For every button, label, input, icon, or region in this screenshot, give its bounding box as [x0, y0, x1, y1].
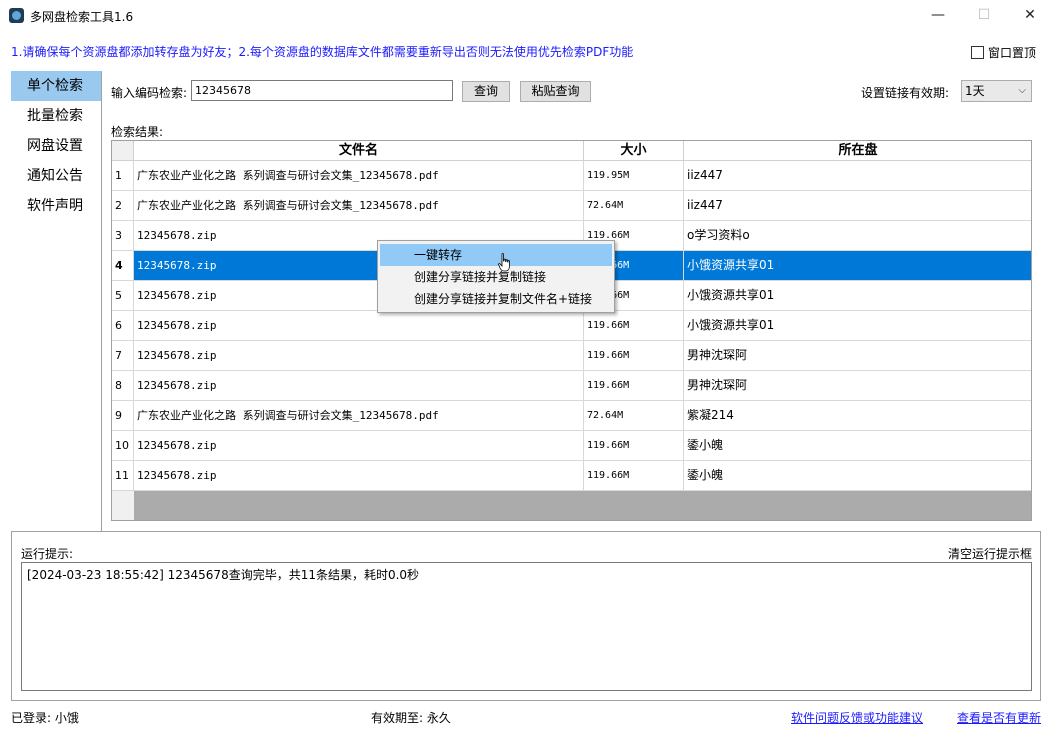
row-index-cell[interactable]: 1: [112, 161, 134, 190]
table-row[interactable]: 1 广东农业产业化之路 系列调查与研讨会文集_12345678.pdf 119.95…: [112, 161, 1031, 191]
size-cell[interactable]: 72.64M: [584, 401, 684, 430]
row-index-cell[interactable]: 8: [112, 371, 134, 400]
drive-cell[interactable]: 小饿资源共享01: [684, 251, 1031, 280]
link-expiry-label: 设置链接有效期:: [861, 86, 950, 100]
nav-item-drive-settings[interactable]: 网盘设置: [11, 131, 101, 161]
size-cell[interactable]: 119.66M: [584, 371, 684, 400]
log-textbox[interactable]: [2024-03-23 18:55:42] 12345678查询完毕，共11条结…: [21, 562, 1032, 691]
nav-item-announcements[interactable]: 通知公告: [11, 161, 101, 191]
header-size[interactable]: 大小: [584, 141, 684, 161]
row-index-cell[interactable]: 10: [112, 431, 134, 460]
close-button[interactable]: ✕: [1007, 0, 1053, 30]
results-table: 文件名 大小 所在盘 1 广东农业产业化之路 系列调查与研讨会文集_1234567…: [111, 140, 1032, 521]
table-row[interactable]: 8 12345678.zip 119.66M 男神沈琛阿: [112, 371, 1031, 401]
drive-cell[interactable]: iiz447: [684, 161, 1031, 190]
table-header: 文件名 大小 所在盘: [112, 141, 1031, 161]
drive-cell[interactable]: 鋈小魄: [684, 431, 1031, 460]
menu-item-one-click-save[interactable]: 一键转存: [380, 244, 612, 266]
row-index-cell[interactable]: 9: [112, 401, 134, 430]
nav-item-single-search[interactable]: 单个检索: [11, 71, 101, 101]
window-title: 多网盘检索工具1.6: [30, 10, 134, 24]
validity-status: 有效期至: 永久: [371, 711, 451, 725]
login-status: 已登录: 小饿: [11, 711, 79, 725]
filename-cell[interactable]: 广东农业产业化之路 系列调查与研讨会文集_12345678.pdf: [134, 191, 584, 220]
results-label: 检索结果:: [111, 125, 164, 139]
row-header-empty: [112, 491, 134, 520]
table-row[interactable]: 7 12345678.zip 119.66M 男神沈琛阿: [112, 341, 1031, 371]
minimize-button[interactable]: —: [915, 0, 961, 30]
drive-cell[interactable]: 紫凝214: [684, 401, 1031, 430]
filename-cell[interactable]: 广东农业产业化之路 系列调查与研讨会文集_12345678.pdf: [134, 401, 584, 430]
table-row[interactable]: 6 12345678.zip 119.66M 小饿资源共享01: [112, 311, 1031, 341]
header-filename[interactable]: 文件名: [134, 141, 584, 161]
table-row[interactable]: 9 广东农业产业化之路 系列调查与研讨会文集_12345678.pdf 72.64M…: [112, 401, 1031, 431]
search-input[interactable]: 12345678: [191, 80, 453, 101]
row-index-cell[interactable]: 4: [112, 251, 134, 280]
app-icon: [9, 8, 24, 23]
size-cell[interactable]: 119.66M: [584, 431, 684, 460]
size-cell[interactable]: 119.66M: [584, 341, 684, 370]
row-index-cell[interactable]: 2: [112, 191, 134, 220]
drive-cell[interactable]: 男神沈琛阿: [684, 341, 1031, 370]
search-label: 输入编码检索:: [111, 86, 188, 100]
link-expiry-select[interactable]: 1天 ⌵: [961, 80, 1032, 102]
filename-cell[interactable]: 12345678.zip: [134, 371, 584, 400]
menu-item-create-share-copy-name-link[interactable]: 创建分享链接并复制文件名+链接: [380, 288, 612, 310]
filename-cell[interactable]: 12345678.zip: [134, 341, 584, 370]
table-row[interactable]: 10 12345678.zip 119.66M 鋈小魄: [112, 431, 1031, 461]
row-index-cell[interactable]: 11: [112, 461, 134, 490]
log-label: 运行提示:: [21, 547, 74, 561]
table-row[interactable]: 2 广东农业产业化之路 系列调查与研讨会文集_12345678.pdf 72.64M…: [112, 191, 1031, 221]
query-button[interactable]: 查询: [462, 81, 510, 102]
header-index: [112, 141, 134, 161]
notice-text: 1.请确保每个资源盘都添加转存盘为好友；2.每个资源盘的数据库文件都需要重新导出…: [11, 45, 634, 59]
filename-cell[interactable]: 12345678.zip: [134, 431, 584, 460]
title-bar: 多网盘检索工具1.6 — ☐ ✕: [0, 0, 1053, 30]
hand-cursor-icon: [498, 253, 510, 272]
drive-cell[interactable]: 鋈小魄: [684, 461, 1031, 490]
context-menu: 一键转存 创建分享链接并复制链接 创建分享链接并复制文件名+链接: [377, 240, 615, 313]
row-index-cell[interactable]: 6: [112, 311, 134, 340]
table-row[interactable]: 11 12345678.zip 119.66M 鋈小魄: [112, 461, 1031, 491]
drive-cell[interactable]: o学习资料o: [684, 221, 1031, 250]
nav-item-disclaimer[interactable]: 软件声明: [11, 191, 101, 221]
link-expiry-value: 1天: [965, 84, 985, 98]
feedback-link[interactable]: 软件问题反馈或功能建议: [791, 709, 923, 726]
filename-cell[interactable]: 广东农业产业化之路 系列调查与研讨会文集_12345678.pdf: [134, 161, 584, 190]
check-update-link[interactable]: 查看是否有更新: [957, 709, 1041, 726]
drive-cell[interactable]: 小饿资源共享01: [684, 311, 1031, 340]
row-index-cell[interactable]: 7: [112, 341, 134, 370]
row-index-cell[interactable]: 3: [112, 221, 134, 250]
chevron-down-icon: ⌵: [1018, 85, 1026, 96]
size-cell[interactable]: 72.64M: [584, 191, 684, 220]
drive-cell[interactable]: iiz447: [684, 191, 1031, 220]
nav-item-batch-search[interactable]: 批量检索: [11, 101, 101, 131]
drive-cell[interactable]: 男神沈琛阿: [684, 371, 1031, 400]
drive-cell[interactable]: 小饿资源共享01: [684, 281, 1031, 310]
table-body: 1 广东农业产业化之路 系列调查与研讨会文集_12345678.pdf 119.95…: [112, 161, 1031, 491]
menu-item-create-share-copy-link[interactable]: 创建分享链接并复制链接: [380, 266, 612, 288]
filename-cell[interactable]: 12345678.zip: [134, 311, 584, 340]
always-on-top-label: 窗口置顶: [988, 46, 1037, 60]
row-index-cell[interactable]: 5: [112, 281, 134, 310]
sidebar: 单个检索 批量检索 网盘设置 通知公告 软件声明: [11, 71, 102, 531]
size-cell[interactable]: 119.95M: [584, 161, 684, 190]
always-on-top-checkbox[interactable]: [971, 46, 984, 59]
paste-query-button[interactable]: 粘贴查询: [520, 81, 591, 102]
size-cell[interactable]: 119.66M: [584, 311, 684, 340]
header-drive[interactable]: 所在盘: [684, 141, 1031, 161]
size-cell[interactable]: 119.66M: [584, 461, 684, 490]
maximize-button[interactable]: ☐: [961, 0, 1007, 30]
always-on-top-toggle[interactable]: 窗口置顶: [971, 44, 1036, 61]
filename-cell[interactable]: 12345678.zip: [134, 461, 584, 490]
clear-log-button[interactable]: 清空运行提示框: [948, 545, 1032, 562]
